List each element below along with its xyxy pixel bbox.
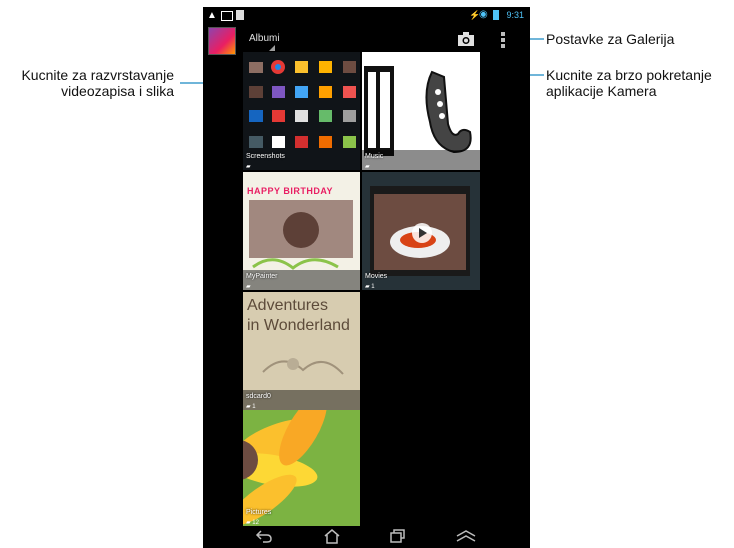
album-tile-movies[interactable]: Movies ▰ 1: [362, 172, 480, 290]
sort-callout-line1: Kucnite za razvrstavanje: [21, 67, 174, 83]
camera-callout: Kucnite za brzo pokretanje aplikacije Ka…: [546, 67, 712, 99]
wifi-icon: ◉: [479, 9, 488, 20]
gallery-screen: ▲ ⚡ ◉ 9:31 Albumi Screenshots ▰ Music ▰ …: [203, 7, 530, 548]
camera-icon[interactable]: [457, 31, 475, 47]
folder-icon: ▰: [246, 284, 251, 290]
back-icon[interactable]: [255, 529, 273, 543]
document-notification-icon: [236, 10, 244, 20]
camera-callout-line2: aplikacije Kamera: [546, 83, 657, 99]
menu-up-icon[interactable]: [455, 529, 477, 543]
album-name: Movies: [365, 273, 388, 280]
overflow-menu-icon[interactable]: [499, 31, 507, 49]
navigation-bar: [203, 524, 530, 548]
gallery-app-icon[interactable]: [208, 27, 236, 55]
album-name: sdcard0: [246, 393, 271, 400]
album-view-selector[interactable]: Albumi: [249, 33, 280, 44]
album-tile-music[interactable]: Music ▰: [362, 52, 480, 170]
dropdown-arrow-icon[interactable]: [269, 45, 275, 51]
album-name: Screenshots: [246, 153, 285, 160]
album-tile-screenshots[interactable]: Screenshots ▰: [243, 52, 360, 170]
sort-callout: Kucnite za razvrstavanje videozapisa i s…: [4, 67, 174, 99]
image-notification-icon: [221, 11, 233, 21]
battery-icon: [493, 10, 499, 20]
album-tile-pictures[interactable]: Pictures ▰ 12: [243, 410, 360, 526]
album-tile-sdcard0[interactable]: Adventures in Wonderland sdcard0 ▰ 1: [243, 292, 360, 410]
album-tile-mypainter[interactable]: HAPPY BIRTHDAY MyPainter ▰: [243, 172, 360, 290]
home-icon[interactable]: [323, 528, 341, 544]
clock: 9:31: [506, 10, 524, 20]
status-bar: ▲ ⚡ ◉ 9:31: [203, 7, 530, 25]
folder-icon: ▰: [246, 164, 251, 170]
settings-callout: Postavke za Galerija: [546, 31, 675, 47]
sort-callout-line2: videozapisa i slika: [61, 83, 174, 99]
album-count: ▰ 1: [246, 404, 256, 410]
camera-callout-line1: Kucnite za brzo pokretanje: [546, 67, 712, 83]
album-count: ▰ 1: [365, 284, 375, 290]
album-name: MyPainter: [246, 273, 278, 280]
album-name: Music: [365, 153, 384, 160]
recent-apps-icon[interactable]: [390, 529, 406, 543]
album-name: Pictures: [246, 509, 272, 516]
album-count-value: 1: [371, 284, 375, 290]
folder-icon: ▰: [365, 164, 370, 170]
warning-icon: ▲: [207, 10, 217, 21]
play-icon[interactable]: [411, 222, 433, 244]
